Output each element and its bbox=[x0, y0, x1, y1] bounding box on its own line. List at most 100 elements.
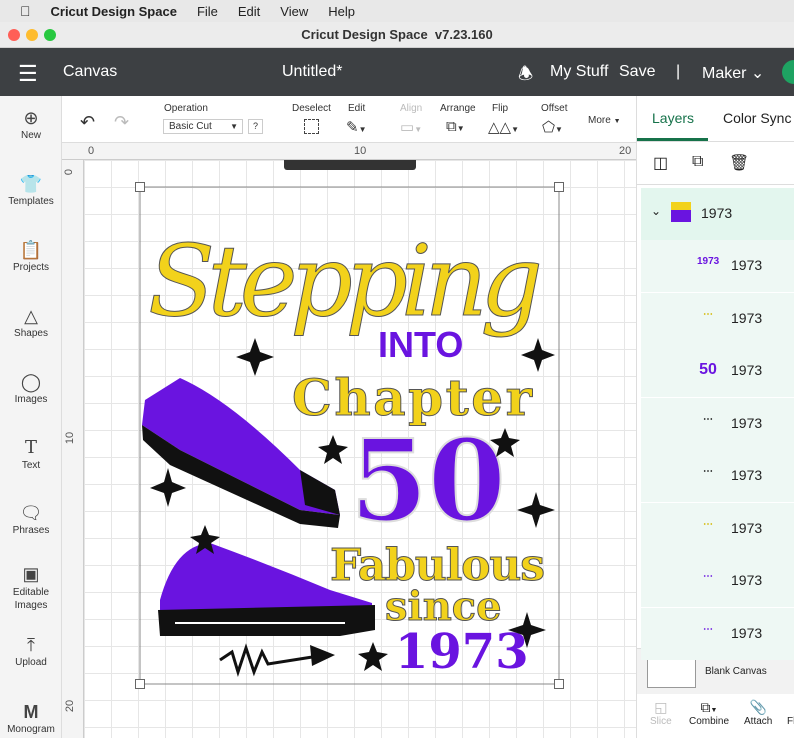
more-button[interactable]: More ▼ bbox=[588, 115, 621, 126]
attach-label: Attach bbox=[744, 716, 773, 727]
layer-name: 1973 bbox=[731, 257, 763, 273]
machine-label: Maker bbox=[702, 65, 747, 82]
monogram-icon: M bbox=[23, 702, 39, 722]
layer-group-row[interactable]: ⌄ 1973 bbox=[641, 188, 794, 240]
document-title[interactable]: Untitled* bbox=[282, 63, 342, 81]
offset-label: Offset bbox=[541, 103, 568, 114]
deselect-button[interactable] bbox=[304, 119, 319, 134]
delete-icon[interactable]: 🗑 bbox=[729, 153, 749, 173]
ruler-label: 10 bbox=[64, 431, 77, 445]
minimize-window-button[interactable] bbox=[26, 29, 38, 41]
tab-layers[interactable]: Layers bbox=[652, 110, 694, 126]
shapes-icon: △ bbox=[24, 306, 38, 326]
menu-help[interactable]: Help bbox=[328, 4, 355, 19]
blank-canvas-swatch[interactable] bbox=[647, 655, 696, 688]
mac-menu-bar:  Cricut Design Space File Edit View Hel… bbox=[0, 0, 794, 22]
layer-row[interactable]: 50 1973 bbox=[641, 345, 794, 397]
sidebar-item-shapes[interactable]: △ Shapes bbox=[0, 304, 62, 339]
flatten-button[interactable]: Fl bbox=[787, 699, 794, 727]
redo-icon[interactable]: ↷ bbox=[114, 112, 129, 133]
operation-label: Operation bbox=[164, 103, 208, 114]
app-header: ☰ Canvas Untitled* 🕭 My Stuff Save | Mak… bbox=[0, 48, 794, 96]
attach-button[interactable]: 📎 Attach bbox=[744, 699, 772, 727]
ruler-label: 10 bbox=[354, 145, 367, 157]
caret-down-icon: ▼ bbox=[230, 122, 238, 131]
text-icon: T bbox=[24, 437, 37, 458]
resize-handle[interactable] bbox=[554, 679, 564, 689]
save-button[interactable]: Save bbox=[619, 63, 655, 81]
title-bar: Cricut Design Space v7.23.160 bbox=[0, 22, 794, 48]
horizontal-ruler: 0 10 20 bbox=[62, 143, 636, 160]
sidebar-label: Templates bbox=[8, 196, 54, 207]
slice-button[interactable]: ◱ Slice bbox=[650, 699, 672, 727]
blank-canvas-label: Blank Canvas bbox=[705, 666, 767, 677]
chevron-down-icon[interactable]: ⌄ bbox=[651, 204, 661, 218]
operation-value: Basic Cut bbox=[169, 121, 212, 132]
offset-button[interactable]: ⬠▼ bbox=[542, 118, 563, 136]
sidebar-item-phrases[interactable]: 🗨 Phrases bbox=[0, 501, 62, 536]
resize-handle[interactable] bbox=[554, 182, 564, 192]
layer-row[interactable]: ⋯ 1973 bbox=[641, 555, 794, 607]
layer-row[interactable]: 1973 1973 bbox=[641, 240, 794, 292]
resize-handle[interactable] bbox=[135, 679, 145, 689]
hamburger-menu-icon[interactable]: ☰ bbox=[18, 61, 38, 87]
group-name: 1973 bbox=[701, 205, 733, 221]
operation-select[interactable]: Basic Cut ▼ bbox=[163, 119, 243, 134]
menu-edit[interactable]: Edit bbox=[238, 4, 260, 19]
apple-icon[interactable]:  bbox=[20, 3, 31, 19]
layer-row[interactable]: ⋯ 1973 bbox=[641, 450, 794, 502]
arrange-button[interactable]: ⧉▼ bbox=[446, 118, 465, 135]
artwork[interactable]: Stepping INTO Chapter 50 Fabulous since … bbox=[84, 160, 636, 738]
art-since: since bbox=[385, 583, 502, 630]
zoom-window-button[interactable] bbox=[44, 29, 56, 41]
layer-thumbnail: ⋯ bbox=[703, 518, 713, 530]
sidebar-item-templates[interactable]: 👕 Templates bbox=[0, 172, 62, 207]
sidebar-label: Upload bbox=[15, 657, 47, 668]
group-icon[interactable]: ◫ bbox=[653, 153, 668, 173]
ruler-label: 20 bbox=[64, 699, 77, 713]
art-50: 50 bbox=[350, 416, 506, 547]
sidebar-item-images[interactable]: ◯ Images bbox=[0, 370, 62, 405]
sidebar-item-projects[interactable]: 📋 Projects bbox=[0, 238, 62, 273]
flip-button[interactable]: △△▼ bbox=[488, 118, 519, 136]
ruler-label: 20 bbox=[619, 145, 632, 157]
tab-color-sync[interactable]: Color Sync bbox=[723, 110, 791, 126]
section-title: Canvas bbox=[63, 63, 118, 80]
duplicate-icon[interactable]: ⧉ bbox=[692, 153, 703, 171]
combine-icon: ⧉▼ bbox=[700, 699, 718, 715]
layer-name: 1973 bbox=[731, 519, 763, 536]
menu-app-name[interactable]: Cricut Design Space bbox=[51, 4, 177, 19]
window-title: Cricut Design Space v7.23.160 bbox=[301, 27, 493, 42]
layer-row[interactable]: ⋯ 1973 bbox=[641, 502, 794, 555]
my-stuff-link[interactable]: My Stuff bbox=[550, 63, 608, 81]
flip-label: Flip bbox=[492, 103, 509, 114]
sidebar-label: Images bbox=[14, 394, 48, 405]
machine-select[interactable]: Maker ⌄ bbox=[702, 63, 764, 83]
connection-status-icon[interactable] bbox=[782, 60, 794, 84]
sidebar-item-new[interactable]: ⊕ New bbox=[0, 106, 62, 141]
pencil-edit-button[interactable]: ✎▼ bbox=[346, 118, 367, 136]
sidebar-item-editable-images[interactable]: ▣ Editable Images bbox=[0, 562, 62, 612]
align-button[interactable]: ▭▼ bbox=[400, 118, 422, 136]
sidebar-item-text[interactable]: T Text bbox=[0, 436, 62, 471]
layer-name: 1973 bbox=[731, 467, 763, 483]
layer-row[interactable]: ⋯ 1973 bbox=[641, 397, 794, 450]
layer-row[interactable]: ⋯ 1973 bbox=[641, 607, 794, 660]
speech-bubble-icon: 🗨 bbox=[19, 503, 43, 523]
arrow-head bbox=[310, 645, 335, 666]
sidebar-item-monogram[interactable]: M Monogram bbox=[0, 700, 62, 735]
sidebar-item-upload[interactable]: ⤒ Upload bbox=[0, 633, 62, 668]
combine-button[interactable]: ⧉▼ Combine bbox=[689, 699, 729, 727]
layer-row[interactable]: ⋯ 1973 bbox=[641, 292, 794, 345]
arrange-label: Arrange bbox=[440, 103, 476, 114]
layer-name: 1973 bbox=[731, 414, 763, 431]
bell-icon[interactable]: 🕭 bbox=[518, 61, 533, 90]
menu-file[interactable]: File bbox=[197, 4, 218, 19]
operation-help-button[interactable]: ? bbox=[248, 119, 263, 134]
undo-icon[interactable]: ↶ bbox=[80, 112, 95, 133]
resize-handle[interactable] bbox=[135, 182, 145, 192]
design-canvas[interactable]: Stepping INTO Chapter 50 Fabulous since … bbox=[84, 160, 636, 738]
close-window-button[interactable] bbox=[8, 29, 20, 41]
menu-view[interactable]: View bbox=[280, 4, 308, 19]
editable-image-icon: ▣ bbox=[22, 564, 40, 584]
